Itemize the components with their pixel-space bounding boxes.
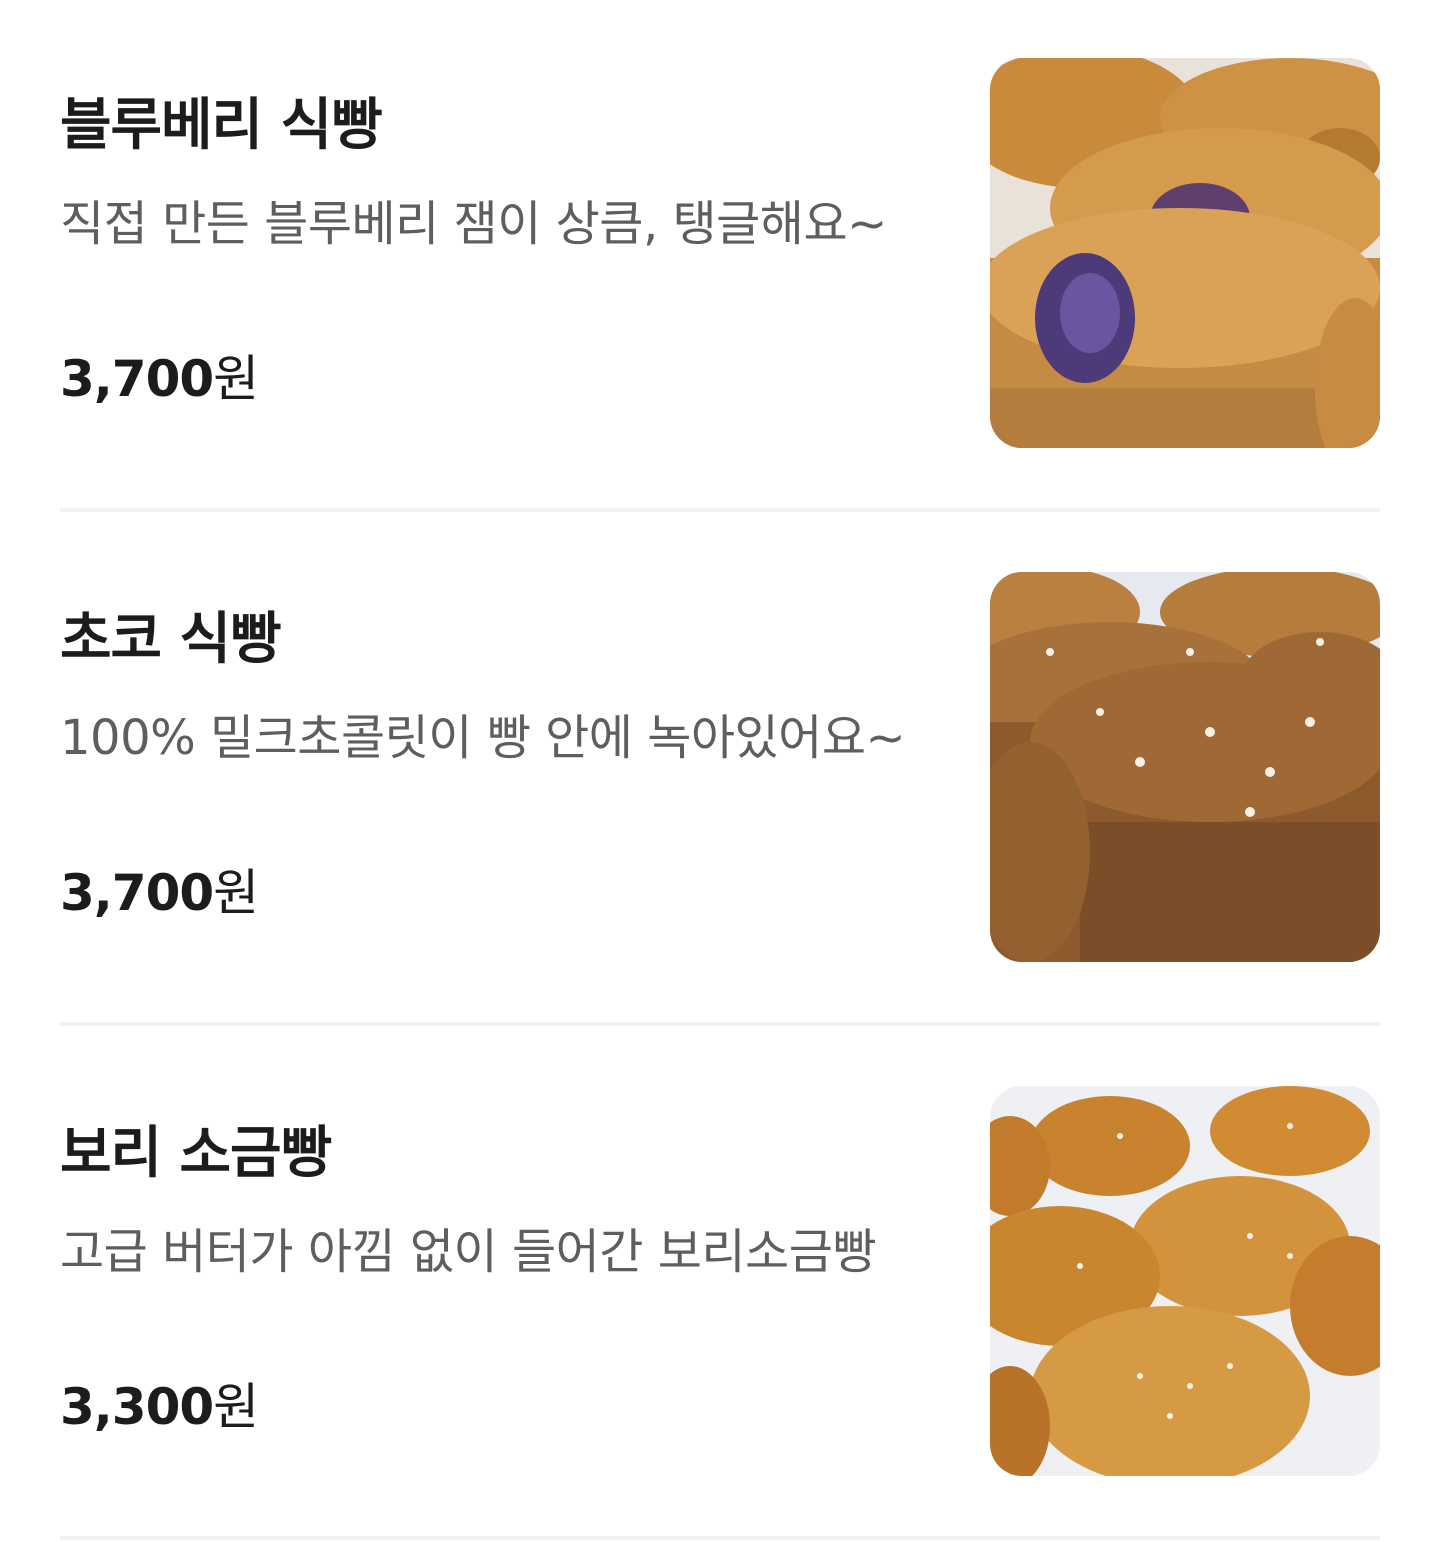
barley-salt-bread-photo[interactable]	[990, 1086, 1380, 1476]
blueberry-bread-photo[interactable]	[990, 58, 1380, 448]
divider	[60, 1536, 1380, 1540]
menu-item-name: 보리 소금빵	[60, 1121, 332, 1186]
menu-item-description: 100% 밀크초콜릿이 빵 안에 녹아있어요~	[60, 710, 906, 766]
price-currency: 원	[213, 1378, 259, 1436]
price-amount: 3,700	[60, 350, 214, 408]
menu-item-description: 고급 버터가 아낌 없이 들어간 보리소금빵	[60, 1224, 877, 1280]
price-currency: 원	[213, 350, 259, 408]
menu-item-price: 3,700원	[60, 858, 259, 928]
divider	[60, 508, 1380, 512]
divider	[60, 1022, 1380, 1026]
menu-item-blueberry-bread[interactable]: 블루베리 식빵 직접 만든 블루베리 잼이 상큼, 탱글해요~ 3,700원	[60, 0, 1380, 514]
menu-list: 블루베리 식빵 직접 만든 블루베리 잼이 상큼, 탱글해요~ 3,700원 초…	[0, 0, 1440, 1542]
price-amount: 3,300	[60, 1378, 214, 1436]
menu-item-description: 직접 만든 블루베리 잼이 상큼, 탱글해요~	[60, 196, 887, 252]
price-amount: 3,700	[60, 864, 214, 922]
menu-item-price: 3,300원	[60, 1372, 259, 1442]
menu-item-name: 블루베리 식빵	[60, 93, 383, 158]
price-currency: 원	[213, 864, 259, 922]
menu-item-name: 초코 식빵	[60, 607, 282, 672]
chocolate-bread-photo[interactable]	[990, 572, 1380, 962]
menu-item-chocolate-bread[interactable]: 초코 식빵 100% 밀크초콜릿이 빵 안에 녹아있어요~ 3,700원	[60, 514, 1380, 1028]
menu-item-barley-salt-bread[interactable]: 보리 소금빵 고급 버터가 아낌 없이 들어간 보리소금빵 3,300원	[60, 1028, 1380, 1542]
menu-item-price: 3,700원	[60, 344, 259, 414]
